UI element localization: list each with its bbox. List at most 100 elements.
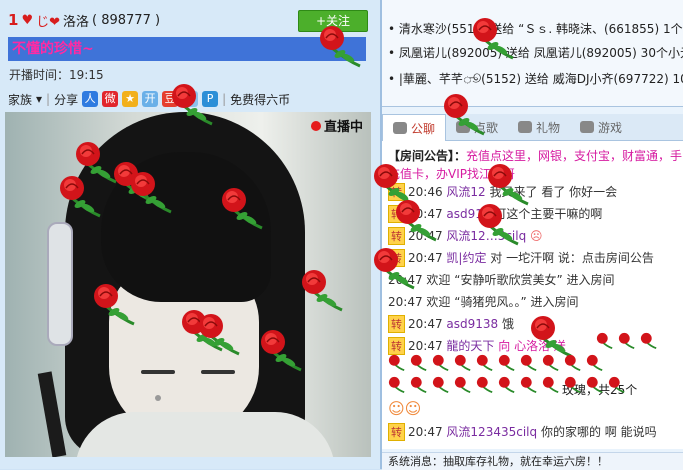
tab-label: 游戏	[598, 120, 623, 135]
family-menu[interactable]: 家族	[8, 91, 32, 108]
small-heart-icon: じ❤	[36, 14, 60, 30]
small-rose-icon	[586, 354, 604, 372]
chat-line: 转 20:47 asd9138 饿	[388, 315, 514, 333]
forward-badge[interactable]: 转	[388, 423, 405, 441]
small-rose-icon	[520, 354, 538, 372]
small-rose-icon	[432, 376, 450, 394]
chat-user[interactable]: asd9138	[446, 317, 498, 331]
small-rose-icon	[410, 354, 428, 372]
divider: |	[46, 92, 51, 106]
small-rose-icon	[498, 354, 516, 372]
streamer-name[interactable]: 洛洛	[63, 11, 89, 30]
rose-icon	[527, 312, 575, 360]
free-coin-link[interactable]: 免费得六币	[230, 91, 290, 108]
forward-badge[interactable]: 转	[388, 337, 405, 355]
tab-game[interactable]: 游戏	[570, 114, 632, 140]
kaixin-icon[interactable]: 开	[142, 91, 159, 107]
rose-icon	[392, 196, 440, 244]
small-rose-icon	[542, 376, 560, 394]
small-rose-icon	[608, 376, 626, 394]
divider: |	[222, 92, 227, 106]
chat-user[interactable]: 凯|约定	[446, 251, 486, 265]
chat-text: 欢迎 “安静听歌欣赏美女” 进入房间	[426, 273, 615, 287]
rose-icon	[298, 266, 346, 314]
small-rose-icon	[454, 376, 472, 394]
system-message-text: 系统消息：抽取库存礼物，就在幸运六房！！	[388, 455, 608, 468]
chat-time: 20:47	[408, 317, 443, 331]
tab-label: 礼物	[536, 120, 561, 135]
room-id: ( 898777 )	[92, 12, 161, 28]
rose-icon	[316, 22, 364, 70]
necklace	[155, 395, 161, 401]
shirt-strap	[37, 371, 67, 457]
small-rose-icon	[498, 376, 516, 394]
headphone	[47, 222, 73, 346]
chat-text: 欢迎 “骑猪兜风。。” 进入房间	[426, 295, 579, 309]
tab-public-chat[interactable]: 公聊	[382, 114, 447, 141]
weibo-icon[interactable]: 微	[102, 91, 119, 107]
small-rose-icon	[388, 376, 406, 394]
small-rose-icon	[432, 354, 450, 372]
share-label: 分享	[54, 92, 79, 107]
open-time: 开播时间：19:15	[9, 68, 104, 82]
small-rose-icon	[520, 376, 538, 394]
eye	[201, 370, 235, 374]
small-rose-icon	[476, 354, 494, 372]
renren-icon[interactable]: 人	[82, 91, 99, 107]
rose-icon	[168, 80, 216, 128]
small-rose-icon	[596, 332, 614, 350]
chat-text: 饿	[502, 317, 515, 331]
chat-text: 对 一坨汗啊 说：点击房间公告	[490, 251, 654, 265]
rose-icon	[90, 280, 138, 328]
small-rose-icon	[586, 376, 604, 394]
chat-time: 20:47	[388, 295, 423, 309]
chat-line: 转20:47 凯|约定 对 一坨汗啊 说：点击房间公告	[388, 249, 654, 267]
emoji-icon: ☹	[530, 229, 543, 243]
chat-log[interactable]: 【房间公告】：充值点这里，网银，支付宝，财富通，手 充值卡，办VIP找江湖哥 转…	[382, 141, 683, 449]
emoji-icon: ☺☺	[388, 399, 422, 418]
gift-icon	[518, 121, 533, 133]
tab-label: 公聊	[411, 121, 436, 136]
chat-line: 转 20:47 风流123435cilq 你的家哪的 啊 能说吗	[388, 423, 657, 441]
small-rose-icon	[618, 332, 636, 350]
gift-line: • |華麗、芊芊ூ(5152) 送给 威海DJ小齐(697722) 100个	[388, 72, 683, 86]
live-label: 直播中	[323, 120, 363, 135]
level-badge: 1	[8, 11, 19, 29]
chat-line: 20:47 欢迎 “骑猪兜风。。” 进入房间	[388, 293, 579, 310]
chevron-down-icon[interactable]: ▾	[36, 92, 42, 106]
chat-bubble-icon	[393, 122, 407, 134]
streamer-header: 1 ♥ じ❤ 洛洛 ( 898777 )	[8, 10, 160, 30]
small-rose-icon	[640, 332, 658, 350]
streamer-banner: 不懂的珍惜~	[8, 37, 366, 61]
rose-icon	[218, 184, 266, 232]
gift-line: • 凤凰诺儿(892005) 送给 凤凰诺儿(892005) 30个小元	[388, 46, 683, 60]
rose-icon	[484, 160, 532, 208]
stream-person-shirt	[75, 412, 335, 457]
chat-user[interactable]: 风流12	[446, 185, 485, 199]
chat-user[interactable]: 风流123435cilq	[446, 425, 537, 439]
small-rose-icon	[410, 376, 428, 394]
banner-text: 不懂的珍惜~	[12, 41, 94, 57]
chat-tabs: 公聊 点歌 礼物 游戏	[382, 114, 683, 141]
tab-gift[interactable]: 礼物	[508, 114, 570, 140]
heart-icon: ♥	[21, 12, 34, 28]
small-rose-icon	[476, 376, 494, 394]
small-rose-icon	[388, 354, 406, 372]
rose-icon	[370, 244, 418, 292]
chat-line: 20:47 欢迎 “安静听歌欣赏美女” 进入房间	[388, 271, 615, 288]
chat-time: 20:47	[408, 339, 443, 353]
small-rose-icon	[564, 376, 582, 394]
streamer-panel: 1 ♥ じ❤ 洛洛 ( 898777 ) +关注 不懂的珍惜~ 开播时间：19:…	[0, 0, 382, 469]
small-rose-icon	[564, 354, 582, 372]
chat-user[interactable]: 龍的天下	[446, 339, 494, 353]
rose-icon	[469, 14, 517, 62]
small-rose-icon	[454, 354, 472, 372]
small-rose-icon	[542, 354, 560, 372]
live-indicator: 直播中	[310, 116, 363, 135]
star-icon[interactable]: ★	[122, 91, 139, 107]
streamer-toolbar: 家族▾ | 分享 人 微 ★ 开 豆 ☺ P | 免费得六币	[8, 88, 290, 110]
forward-badge[interactable]: 转	[388, 315, 405, 333]
rose-icon	[257, 326, 305, 374]
chat-time: 20:47	[408, 425, 443, 439]
chat-text: 你的家哪的 啊 能说吗	[540, 425, 657, 439]
